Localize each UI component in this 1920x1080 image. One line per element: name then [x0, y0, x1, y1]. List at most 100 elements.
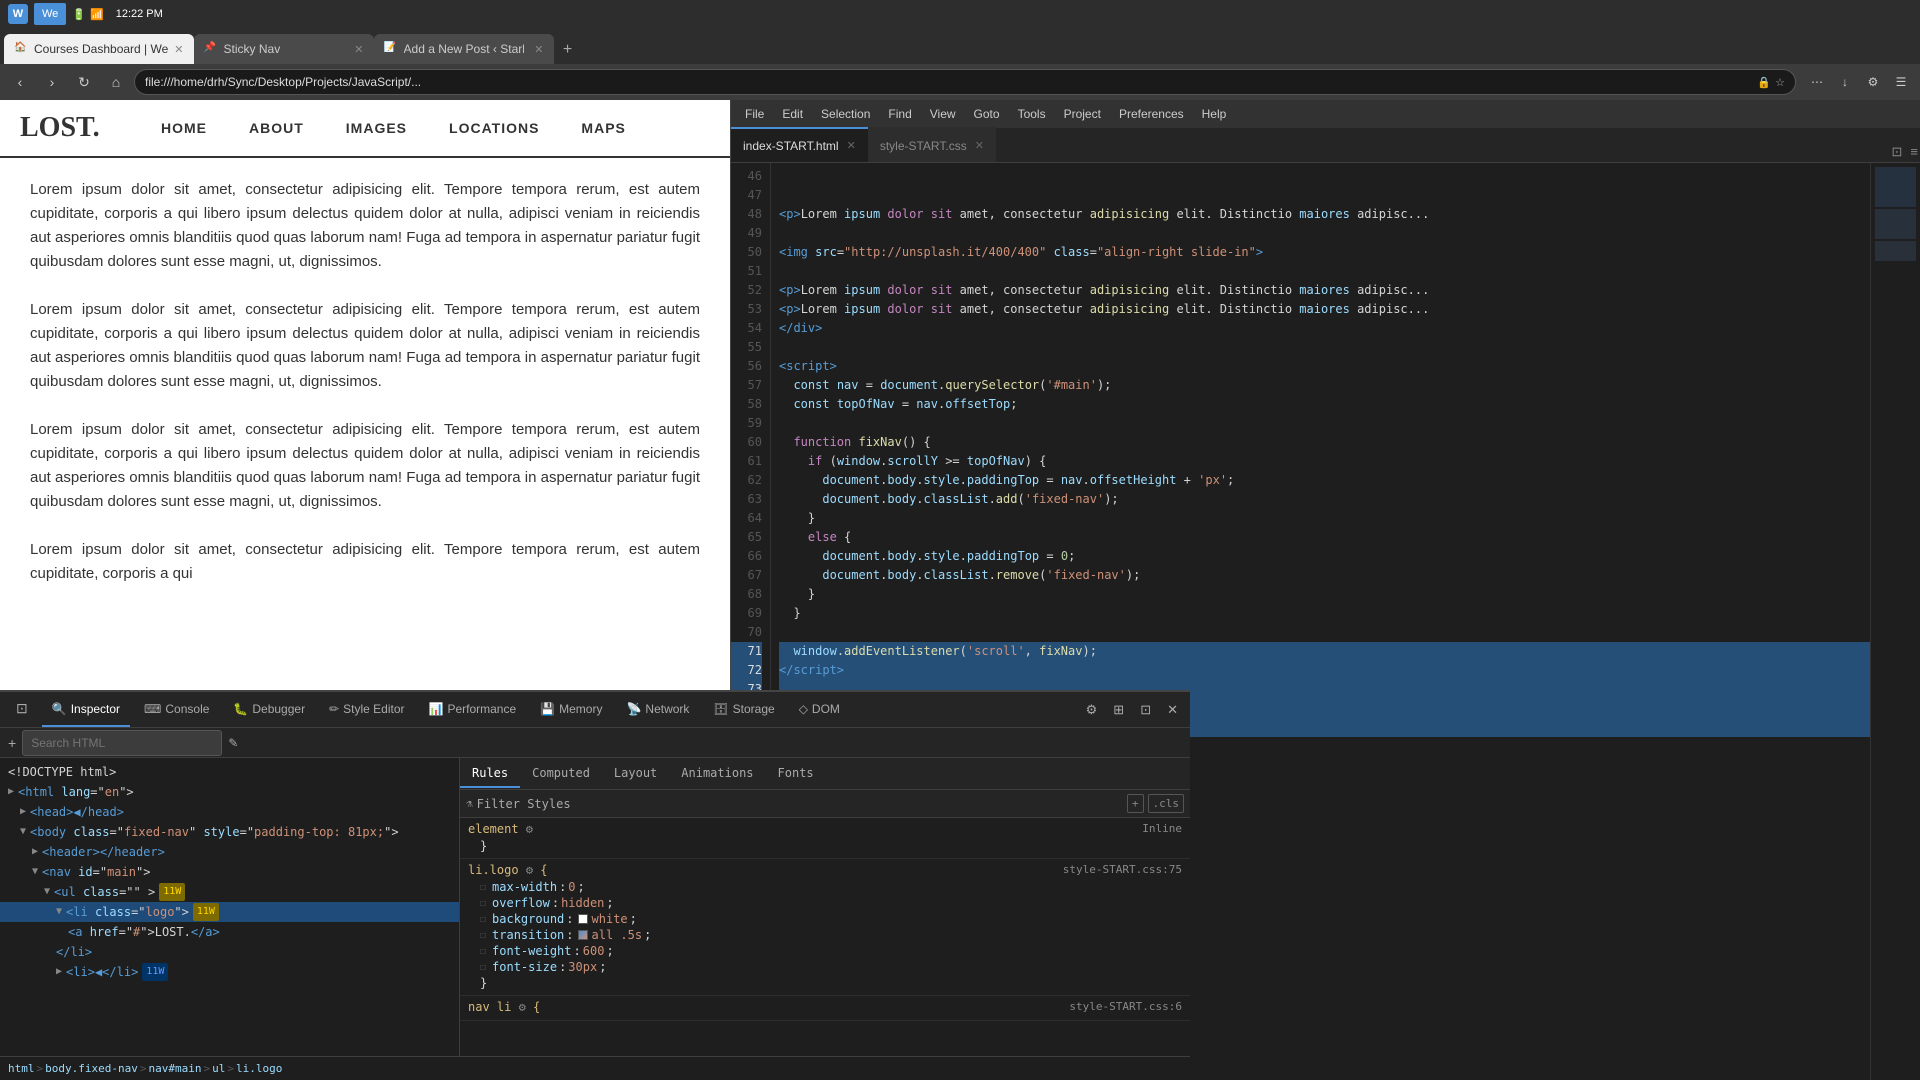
menu-find[interactable]: Find [880, 105, 919, 123]
prop-toggle-6[interactable]: ☐ [480, 962, 486, 973]
prop-toggle-3[interactable]: ☐ [480, 914, 486, 925]
html-doctype[interactable]: <!DOCTYPE html> [0, 762, 459, 782]
download-icon[interactable]: ↓ [1832, 69, 1858, 95]
editor-tab-html-close[interactable]: ✕ [847, 139, 856, 152]
home-button[interactable]: ⌂ [102, 69, 130, 95]
breadcrumb-nav[interactable]: nav#main [148, 1062, 201, 1075]
html-header[interactable]: ▶ <header></header> [0, 842, 459, 862]
devtools-open-close[interactable]: ⊡ [6, 692, 38, 727]
os-tray: 🔋 📶 12:22 PM [72, 8, 163, 21]
breadcrumb-sep-2: > [140, 1062, 147, 1075]
html-li-2[interactable]: ▶ <li> ◀ </li> 11W [0, 962, 459, 982]
nav-images[interactable]: IMAGES [325, 111, 428, 145]
pick-element-icon[interactable]: ✎ [228, 736, 238, 750]
nav-locations[interactable]: LOCATIONS [428, 111, 560, 145]
devtools-tab-console[interactable]: ⌨ Console [134, 692, 219, 727]
menu-project[interactable]: Project [1056, 105, 1109, 123]
forward-button[interactable]: › [38, 69, 66, 95]
menu-preferences[interactable]: Preferences [1111, 105, 1192, 123]
code-line-53: <p>Lorem ipsum dolor sit amet, consectet… [779, 300, 1870, 319]
devtools-layout-icon[interactable]: ⊞ [1107, 700, 1130, 720]
styles-tab-animations[interactable]: Animations [669, 760, 765, 788]
tab-close-3[interactable]: ✕ [534, 43, 543, 56]
devtools-detach-icon[interactable]: ⊡ [1134, 700, 1157, 720]
add-rule-icon[interactable]: + [1127, 794, 1144, 813]
devtools-tab-debugger[interactable]: 🐛 Debugger [223, 692, 315, 727]
breadcrumb-html[interactable]: html [8, 1062, 35, 1075]
code-line-49 [779, 224, 1870, 243]
editor-tab-html-label: index-START.html [743, 139, 839, 153]
devtools-tab-inspector[interactable]: 🔍 Inspector [42, 692, 130, 727]
html-li-close[interactable]: </li> [0, 942, 459, 962]
menu-selection[interactable]: Selection [813, 105, 878, 123]
devtools-tab-style-editor[interactable]: ✏ Style Editor [319, 692, 414, 727]
new-tab-button[interactable]: + [554, 36, 582, 64]
code-line-62: document.body.style.paddingTop = nav.off… [779, 471, 1870, 490]
more-tabs-icon[interactable]: ≡ [1908, 142, 1920, 162]
os-taskbar-button[interactable]: We [34, 3, 66, 25]
filter-classes-icon[interactable]: .cls [1148, 794, 1185, 813]
nav-li-source: style-START.css:6 [1069, 1000, 1182, 1013]
html-nav[interactable]: ▼ <nav id="main"> [0, 862, 459, 882]
editor-tab-css-close[interactable]: ✕ [975, 139, 984, 152]
breadcrumb-ul[interactable]: ul [212, 1062, 225, 1075]
paragraph-4: Lorem ipsum dolor sit amet, consectetur … [30, 538, 700, 586]
devtools-tab-performance[interactable]: 📊 Performance [419, 692, 527, 727]
styles-tab-fonts[interactable]: Fonts [766, 760, 826, 788]
menu-view[interactable]: View [922, 105, 964, 123]
editor-tab-html[interactable]: index-START.html ✕ [731, 127, 868, 162]
styles-tab-layout[interactable]: Layout [602, 760, 669, 788]
address-bar[interactable]: file:///home/drh/Sync/Desktop/Projects/J… [134, 69, 1796, 95]
html-head[interactable]: ▶ <head> ◀ /head> [0, 802, 459, 822]
html-html[interactable]: ▶ <html lang="en"> [0, 782, 459, 802]
tab-add-post[interactable]: 📝 Add a New Post ‹ Starlifer... ✕ [374, 34, 554, 64]
html-li-logo[interactable]: ▼ <li class="logo"> 11W [0, 902, 459, 922]
tab-close-1[interactable]: ✕ [174, 43, 183, 56]
menu-file[interactable]: File [737, 105, 772, 123]
nav-maps[interactable]: MAPS [560, 111, 646, 145]
debugger-icon: 🐛 [233, 702, 248, 716]
menu-help[interactable]: Help [1194, 105, 1235, 123]
editor-tab-actions: ⊡ ≡ [1890, 142, 1920, 162]
menu-icon[interactable]: ☰ [1888, 69, 1914, 95]
refresh-button[interactable]: ↻ [70, 69, 98, 95]
devtools-tab-network[interactable]: 📡 Network [616, 692, 699, 727]
styles-tab-computed[interactable]: Computed [520, 760, 602, 788]
devtools-close-icon[interactable]: ✕ [1161, 700, 1184, 720]
devtools-tab-dom[interactable]: ◇ DOM [789, 692, 850, 727]
styles-filter-bar: ⚗ Filter Styles + .cls [460, 790, 1190, 818]
search-html-input[interactable] [22, 730, 222, 756]
extensions-icon[interactable]: ⋯ [1804, 69, 1830, 95]
tab-close-2[interactable]: ✕ [354, 43, 363, 56]
menu-goto[interactable]: Goto [966, 105, 1008, 123]
os-app-icon[interactable]: W [8, 4, 28, 24]
devtools-tab-memory[interactable]: 💾 Memory [530, 692, 612, 727]
code-line-50: <img src="http://unsplash.it/400/400" cl… [779, 243, 1870, 262]
editor-tab-css[interactable]: style-START.css ✕ [868, 127, 996, 162]
tab-courses-dashboard[interactable]: 🏠 Courses Dashboard | We ✕ [4, 34, 194, 64]
styles-tab-rules[interactable]: Rules [460, 760, 520, 788]
menu-edit[interactable]: Edit [774, 105, 811, 123]
settings-icon[interactable]: ⚙ [1860, 69, 1886, 95]
code-line-58: const topOfNav = nav.offsetTop; [779, 395, 1870, 414]
prop-toggle-5[interactable]: ☐ [480, 946, 486, 957]
prop-toggle-1[interactable]: ☐ [480, 882, 486, 893]
back-button[interactable]: ‹ [6, 69, 34, 95]
html-ul[interactable]: ▼ <ul class="" > 11W [0, 882, 459, 902]
prop-toggle-2[interactable]: ☐ [480, 898, 486, 909]
add-node-icon[interactable]: + [8, 735, 16, 751]
breadcrumb-body[interactable]: body.fixed-nav [45, 1062, 138, 1075]
nav-home[interactable]: HOME [140, 111, 228, 145]
prop-toggle-4[interactable]: ☐ [480, 930, 486, 941]
bookmark-icon[interactable]: ☆ [1775, 76, 1785, 89]
menu-tools[interactable]: Tools [1010, 105, 1054, 123]
tab-sticky-nav[interactable]: 📌 Sticky Nav ✕ [194, 34, 374, 64]
devtools-tab-storage[interactable]: 🗄 Storage [703, 692, 784, 727]
breadcrumb-li[interactable]: li.logo [236, 1062, 282, 1075]
html-body[interactable]: ▼ <body class="fixed-nav" style="padding… [0, 822, 459, 842]
html-a-logo[interactable]: <a href="#">LOST.</a> [0, 922, 459, 942]
split-editor-icon[interactable]: ⊡ [1890, 142, 1905, 162]
devtools-search-row: + ✎ [0, 728, 1190, 758]
devtools-settings-icon[interactable]: ⚙ [1080, 700, 1104, 720]
nav-about[interactable]: ABOUT [228, 111, 325, 145]
